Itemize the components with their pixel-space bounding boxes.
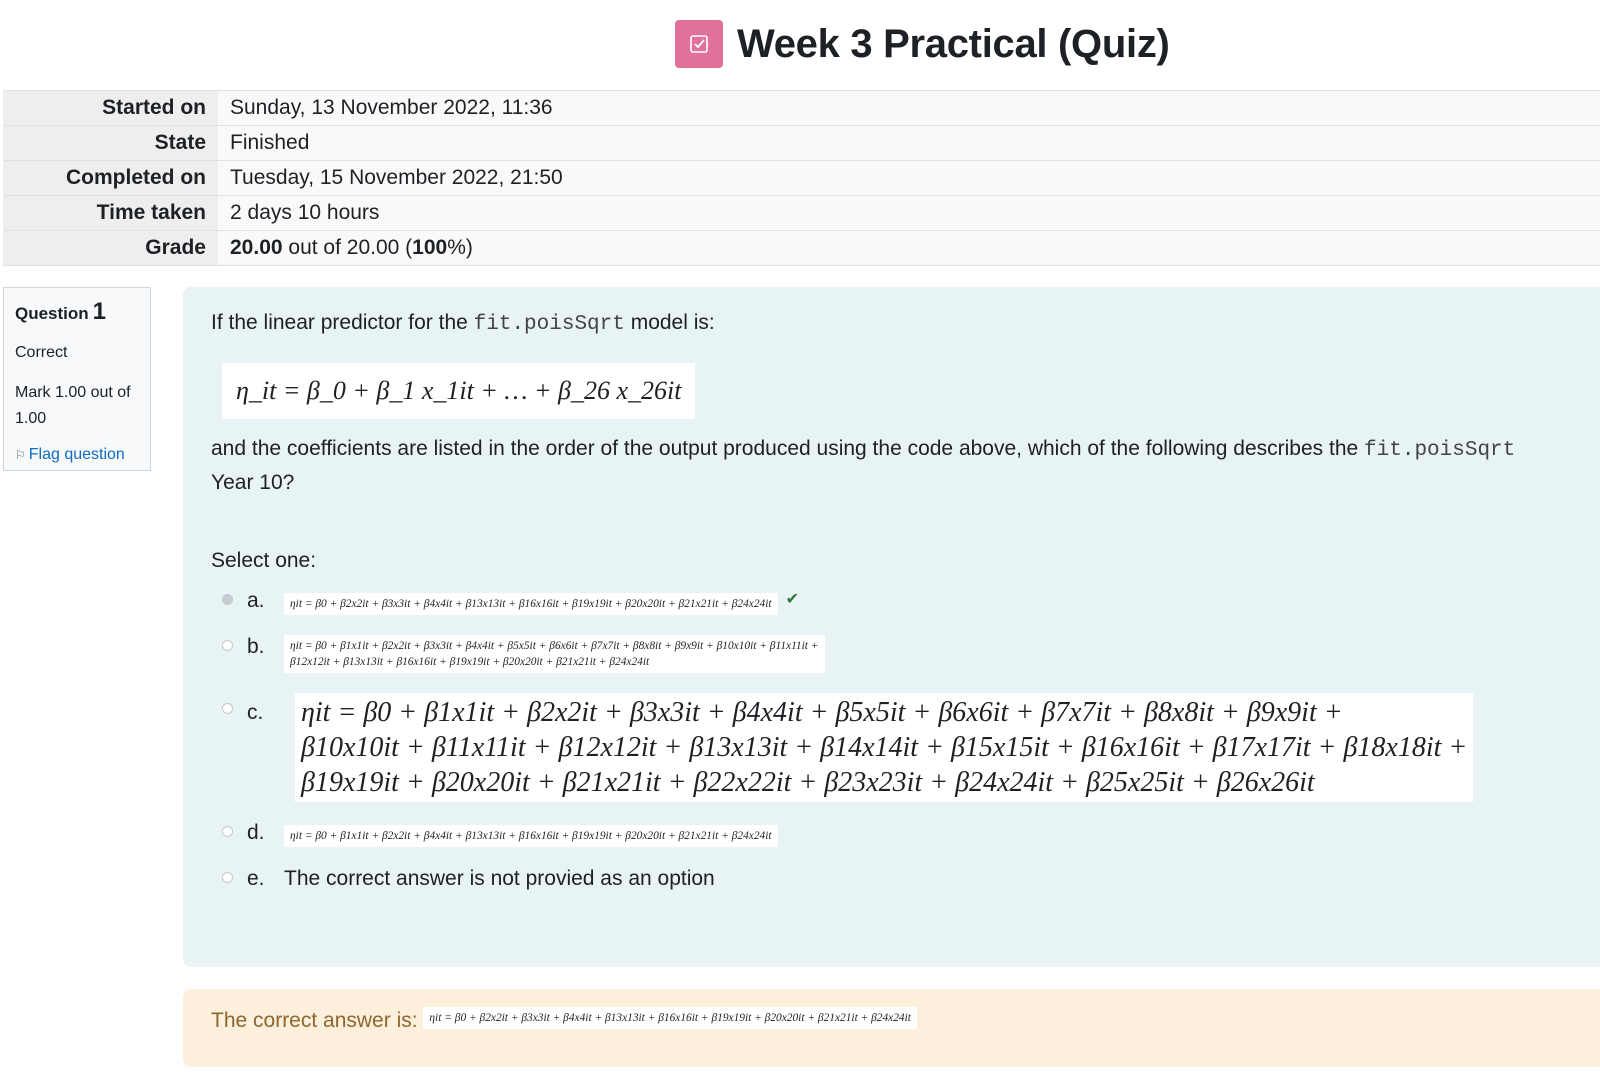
correct-answer-formula: ηit = β0 + β2x2it + β3x3it + β4x4it + β1… [423,1007,917,1029]
summary-value: Finished [218,125,1600,161]
radio-option-d[interactable] [222,826,233,837]
linear-predictor-equation: η_it = β_0 + β_1 x_1it + … + β_26 x_26it [222,363,696,419]
summary-row-grade: Grade 20.00 out of 20.00 (100%) [3,230,1600,266]
question-text: If the linear predictor for the fit.pois… [211,307,1585,341]
option-formula: ηit = β0 + β1x1it + β2x2it + β3x3it + β4… [284,635,825,673]
question-info-panel: Question 1 Correct Mark 1.00 out of 1.00 … [3,287,151,471]
attempt-summary-table: Started on Sunday, 13 November 2022, 11:… [3,90,1600,266]
summary-label: Grade [3,230,218,266]
grade-value: 20.00 out of 20.00 (100%) [218,230,1600,266]
option-text: The correct answer is not provied as an … [284,867,715,890]
radio-option-a[interactable] [222,594,233,605]
grade-percent: 100 [412,236,448,259]
correct-answer-feedback: The correct answer is: ηit = β0 + β2x2it… [183,989,1600,1067]
answer-option-c[interactable]: c. ηit = β0 + β1x1it + β2x2it + β3x3it +… [211,693,1585,809]
grade-mid: out of 20.00 ( [282,236,413,259]
summary-value: Tuesday, 15 November 2022, 21:50 [218,160,1600,196]
question-text-2: and the coefficients are listed in the o… [211,433,1585,499]
option-formula-line: β19x19it + β20x20it + β21x21it + β22x22i… [301,767,1315,798]
question-formulation: If the linear predictor for the fit.pois… [183,287,1600,967]
answer-option-e[interactable]: e. The correct answer is not provied as … [211,867,1585,903]
option-formula-line: β12x12it + β13x13it + β16x16it + β19x19i… [290,656,650,668]
answer-option-b[interactable]: b. ηit = β0 + β1x1it + β2x2it + β3x3it +… [211,635,1585,693]
option-letter: a. [247,589,265,612]
grade-score: 20.00 [230,236,283,259]
question-mark: Mark 1.00 out of 1.00 [15,384,131,427]
option-letter: b. [247,635,265,658]
option-letter: d. [247,821,265,844]
summary-value: Sunday, 13 November 2022, 11:36 [218,90,1600,126]
summary-row-state: State Finished [3,125,1600,161]
radio-option-c[interactable] [222,703,233,714]
question-number-value: 1 [92,298,107,325]
option-formula: ηit = β0 + β1x1it + β2x2it + β3x3it + β4… [295,693,1474,802]
option-letter: e. [247,867,265,890]
summary-row-time-taken: Time taken 2 days 10 hours [3,195,1600,231]
flag-icon: ⚐ [15,448,26,462]
summary-row-started: Started on Sunday, 13 November 2022, 11:… [3,90,1600,126]
question-text-part: model is: [624,311,715,334]
option-formula-line: ηit = β0 + β1x1it + β2x2it + β3x3it + β4… [290,640,819,652]
flag-question-label: Flag question [28,446,125,463]
page-header: Week 3 Practical (Quiz) [675,20,1170,68]
quiz-checkbox-icon [675,20,723,68]
summary-row-completed: Completed on Tuesday, 15 November 2022, … [3,160,1600,196]
summary-label: Completed on [3,160,218,196]
flag-question-link[interactable]: ⚐ Flag question [15,446,139,464]
question-text-part: Year 10? [211,471,295,494]
option-letter: c. [247,701,264,724]
question-number: Question 1 [15,298,139,326]
select-one-prompt: Select one: [211,549,317,572]
grade-tail: %) [447,236,473,259]
radio-option-b[interactable] [222,640,233,651]
summary-value: 2 days 10 hours [218,195,1600,231]
code-snippet: fit.poisSqrt [1364,439,1516,462]
check-icon: ✔ [785,591,799,608]
summary-label: Started on [3,90,218,126]
answer-option-d[interactable]: d. ηit = β0 + β1x1it + β2x2it + β4x4it +… [211,821,1585,857]
code-snippet: fit.poisSqrt [473,313,625,336]
question-text-part: and the coefficients are listed in the o… [211,437,1365,460]
summary-label: State [3,125,218,161]
correct-answer-label: The correct answer is: [211,1009,424,1032]
question-label: Question [15,304,89,323]
summary-label: Time taken [3,195,218,231]
option-formula-line: ηit = β0 + β1x1it + β2x2it + β3x3it + β4… [301,697,1343,728]
radio-option-e[interactable] [222,872,233,883]
answer-option-a[interactable]: a. ηit = β0 + β2x2it + β3x3it + β4x4it +… [211,589,1585,625]
question-state: Correct [15,344,68,361]
option-formula: ηit = β0 + β2x2it + β3x3it + β4x4it + β1… [284,593,778,615]
question-text-part: If the linear predictor for the [211,311,474,334]
option-formula-line: β10x10it + β11x11it + β12x12it + β13x13i… [301,732,1468,763]
page-title: Week 3 Practical (Quiz) [737,21,1170,66]
option-formula: ηit = β0 + β1x1it + β2x2it + β4x4it + β1… [284,825,778,847]
